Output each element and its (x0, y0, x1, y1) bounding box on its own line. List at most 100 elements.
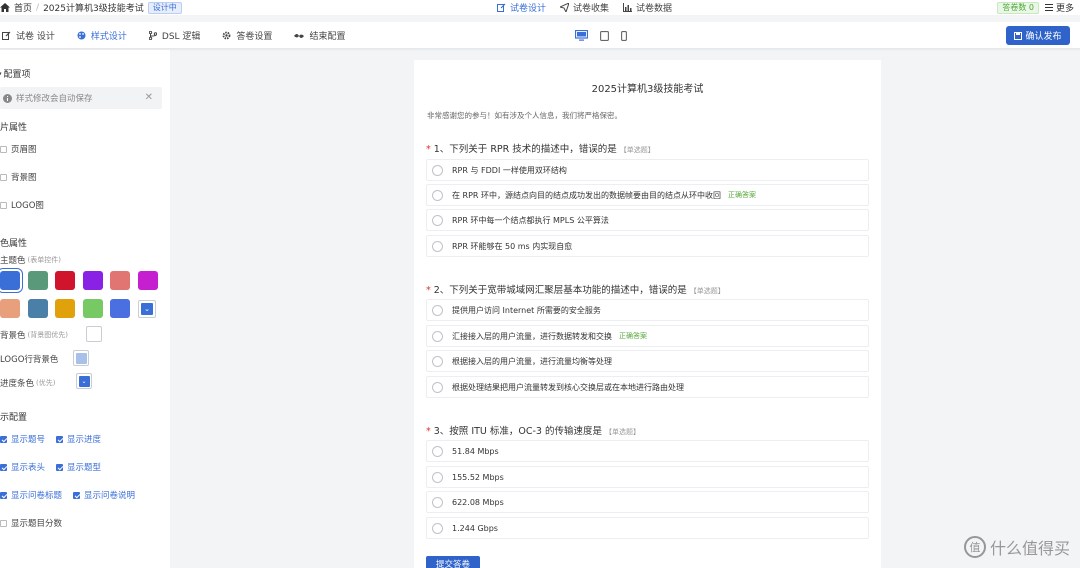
home-icon[interactable] (0, 3, 10, 12)
tab-label: 试卷 设计 (16, 32, 55, 42)
option-text: 622.08 Mbps (452, 497, 504, 507)
option-text: RPR 环中每一个结点都执行 MPLS 公平算法 (452, 215, 609, 225)
publish-button[interactable]: 确认发布 (1006, 26, 1070, 45)
more-menu[interactable]: 更多 (1044, 1, 1074, 14)
custom-color-picker[interactable]: ⌄ (138, 300, 156, 318)
form-description: 非常感谢您的参与！如有涉及个人信息，我们将严格保密。 (427, 111, 622, 120)
image-item-background[interactable]: 背景图 (0, 171, 37, 183)
mobile-icon[interactable] (621, 30, 627, 41)
tab-answer-settings[interactable]: 答卷设置 (222, 29, 272, 42)
theme-color-swatch[interactable] (138, 271, 158, 290)
display-question-score[interactable]: 显示题目分数 (0, 517, 62, 529)
theme-color-swatch[interactable] (28, 299, 48, 318)
checkbox[interactable] (0, 145, 7, 153)
radio[interactable] (432, 496, 443, 508)
tablet-icon[interactable] (600, 30, 609, 41)
submit-button[interactable]: 提交答卷 (426, 556, 480, 568)
progress-color-label: 进度条色 (优先) (0, 377, 55, 389)
display-header[interactable]: 显示表头 (0, 461, 45, 473)
tab-dsl-logic[interactable]: DSL 逻辑 (148, 29, 200, 42)
form-preview: 2025计算机3级技能考试 非常感谢您的参与！如有涉及个人信息，我们将严格保密。… (414, 60, 881, 568)
radio[interactable] (432, 164, 443, 176)
radio[interactable] (432, 445, 443, 457)
checkbox[interactable] (0, 435, 7, 443)
theme-color-swatch[interactable] (0, 299, 20, 318)
option[interactable]: RPR 环能够在 50 ms 内实现自愈 (426, 235, 869, 257)
status-badge: 设计中 (147, 1, 182, 14)
answer-count-badge: 答卷数 0 (997, 1, 1039, 14)
radio[interactable] (432, 522, 443, 534)
theme-color-swatch[interactable] (110, 299, 130, 318)
tab-style-design[interactable]: 样式设计 (77, 29, 127, 42)
nav-collect[interactable]: 试卷收集 (560, 1, 609, 14)
theme-color-swatch[interactable] (55, 271, 75, 290)
option[interactable]: RPR 环中每一个结点都执行 MPLS 公平算法 (426, 209, 869, 231)
radio[interactable] (432, 471, 443, 483)
radio[interactable] (432, 330, 443, 342)
image-item-header[interactable]: 页眉图 (0, 143, 37, 155)
option[interactable]: RPR 与 FDDI 一样使用双环结构 (426, 159, 869, 181)
autosave-text: 样式修改会自动保存 (16, 94, 93, 104)
display-progress[interactable]: 显示进度 (56, 433, 101, 445)
option[interactable]: 汇接接入层的用户流量，进行数据转发和交换 正确答案 (426, 325, 869, 347)
checkbox[interactable] (0, 173, 7, 181)
desktop-icon[interactable] (575, 30, 588, 41)
display-item-label: 显示问卷标题 (11, 491, 63, 501)
radio[interactable] (432, 214, 443, 226)
option-text: 155.52 Mbps (452, 472, 504, 482)
option-text: 汇接接入层的用户流量，进行数据转发和交换 (452, 331, 612, 341)
info-icon (3, 93, 12, 103)
option[interactable]: 622.08 Mbps (426, 491, 869, 513)
question-text: 3、按照 ITU 标准，OC-3 的传输速度是 (433, 426, 602, 437)
option[interactable]: 根据接入层的用户流量，进行流量均衡等处理 (426, 350, 869, 372)
theme-color-swatch[interactable] (0, 269, 22, 292)
color-preview (75, 352, 87, 364)
tab-paper-design[interactable]: 试卷 设计 (2, 29, 55, 42)
option[interactable]: 155.52 Mbps (426, 466, 869, 488)
display-survey-description[interactable]: 显示问卷说明 (73, 489, 135, 501)
checkbox[interactable] (0, 519, 7, 527)
tab-end-config[interactable]: 结束配置 (294, 29, 345, 42)
theme-color-swatch[interactable] (110, 271, 130, 290)
theme-color-swatch[interactable] (28, 271, 48, 290)
logo-bg-color-picker[interactable] (73, 350, 89, 366)
display-survey-title[interactable]: 显示问卷标题 (0, 489, 62, 501)
close-icon[interactable]: ✕ (145, 92, 153, 103)
progress-color-picker[interactable]: ⌄ (76, 373, 92, 389)
option[interactable]: 51.84 Mbps (426, 440, 869, 462)
radio[interactable] (432, 381, 443, 393)
radio[interactable] (432, 189, 443, 201)
checkbox[interactable] (0, 463, 7, 471)
checkbox[interactable] (0, 201, 7, 209)
checkbox[interactable] (73, 491, 80, 499)
bg-color-picker[interactable] (86, 326, 102, 342)
option[interactable]: 1.244 Gbps (426, 517, 869, 539)
option[interactable]: 在 RPR 环中，源结点向目的结点成功发出的数据帧要由目的结点从环中收回 正确答案 (426, 184, 869, 206)
radio[interactable] (432, 240, 443, 252)
theme-color-swatch[interactable] (55, 299, 75, 318)
breadcrumb: 首页 / 2025计算机3级技能考试 设计中 (0, 0, 182, 15)
display-question-type[interactable]: 显示题型 (56, 461, 101, 473)
breadcrumb-home[interactable]: 首页 (14, 1, 32, 14)
display-question-number[interactable]: 显示题号 (0, 433, 45, 445)
option-text: 根据处理结果把用户流量转发到核心交换层或在本地进行路由处理 (452, 382, 684, 392)
theme-color-swatch[interactable] (83, 271, 103, 290)
panel-title: ▾ 配置项 (0, 67, 31, 81)
option[interactable]: 提供用户访问 Internet 所需要的安全服务 (426, 299, 869, 321)
question-text: 2、下列关于宽带城域网汇聚层基本功能的描述中，错误的是 (433, 285, 687, 296)
chevron-down-icon: ⌄ (78, 375, 90, 387)
theme-color-swatch[interactable] (83, 299, 103, 318)
logo-bg-color-label: LOGO行背景色 (0, 353, 58, 365)
option[interactable]: 根据处理结果把用户流量转发到核心交换层或在本地进行路由处理 (426, 376, 869, 398)
caret-icon: ▾ (0, 70, 2, 78)
publish-label: 确认发布 (1025, 32, 1062, 42)
nav-design[interactable]: 试卷设计 (497, 1, 546, 14)
top-nav: 试卷设计 试卷收集 试卷数据 (497, 0, 672, 15)
checkbox[interactable] (56, 463, 63, 471)
radio[interactable] (432, 304, 443, 316)
checkbox[interactable] (56, 435, 63, 443)
checkbox[interactable] (0, 491, 7, 499)
radio[interactable] (432, 355, 443, 367)
nav-data[interactable]: 试卷数据 (623, 1, 672, 14)
image-item-logo[interactable]: LOGO图 (0, 199, 44, 211)
